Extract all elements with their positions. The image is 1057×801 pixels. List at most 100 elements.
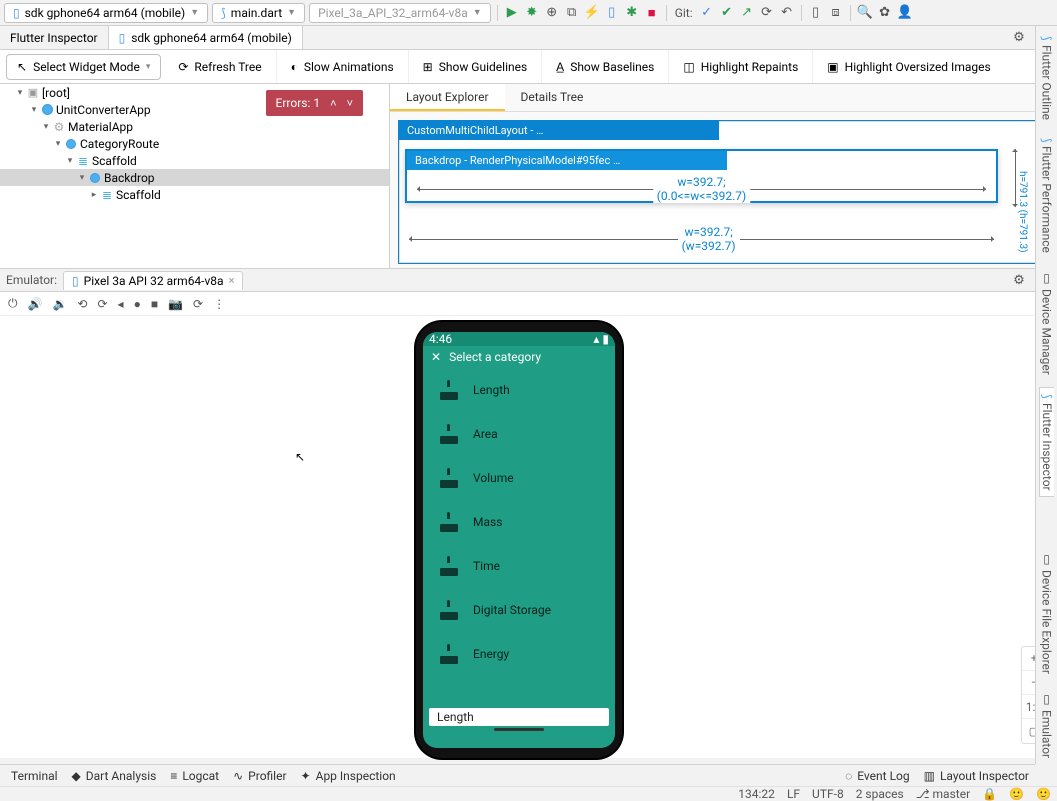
emulator-viewport[interactable]: ↖ 4:46 ▴ ▮ ✕ Select a category Length Ar… [0, 316, 1057, 758]
power-icon[interactable]: ⏻ [8, 296, 18, 311]
show-guidelines-button[interactable]: ⊞ Show Guidelines [409, 50, 543, 83]
settings-icon[interactable]: ✿ [877, 5, 893, 21]
coverage-icon[interactable]: ⊕ [544, 5, 560, 21]
nav-pill[interactable] [494, 728, 544, 731]
device-mgr-icon[interactable]: ▯ [808, 5, 824, 21]
git-push-icon[interactable]: ↗ [739, 5, 755, 21]
debug-icon[interactable]: ✸ [524, 5, 540, 21]
refresh-tree-button[interactable]: ⟳ Refresh Tree [164, 50, 276, 83]
show-baselines-button[interactable]: A̲ Show Baselines [542, 50, 669, 83]
rotate-left-icon[interactable]: ⟲ [77, 297, 87, 311]
inner-widget-header[interactable]: Backdrop - RenderPhysicalModel#95fec … [407, 151, 727, 170]
collapse-icon[interactable]: ▾ [40, 122, 52, 132]
line-separator[interactable]: LF [787, 787, 800, 801]
collapse-icon[interactable]: ▾ [14, 88, 26, 98]
category-digital-storage[interactable]: Digital Storage [423, 588, 615, 632]
close-icon[interactable]: × [229, 274, 235, 287]
collapse-icon[interactable]: ▾ [76, 173, 88, 183]
errors-up-icon[interactable]: ˄ [330, 97, 336, 110]
record-icon[interactable]: ⟳ [193, 297, 203, 311]
screenshot-icon[interactable]: 📷 [168, 297, 183, 311]
rail-flutter-outline[interactable]: ⟆Flutter Outline [1040, 30, 1054, 126]
volume-down-icon[interactable]: 🔉 [52, 297, 67, 311]
tree-item-backdrop[interactable]: ▾Backdrop [0, 169, 389, 186]
inner-widget-box[interactable]: Backdrop - RenderPhysicalModel#95fec … w… [405, 149, 998, 203]
git-commit-icon[interactable]: ✔ [719, 5, 735, 21]
category-area[interactable]: Area [423, 412, 615, 456]
device-inspector-tab[interactable]: ▯ sdk gphone64 arm64 (mobile) [109, 26, 303, 49]
highlight-repaints-button[interactable]: ◫ Highlight Repaints [669, 50, 813, 83]
tree-item-categoryroute[interactable]: ▾CategoryRoute [0, 135, 389, 152]
gear-icon[interactable]: ⚙ [1011, 272, 1027, 288]
outer-widget-header[interactable]: CustomMultiChildLayout - … [399, 121, 719, 140]
collapse-icon[interactable]: ▾ [28, 105, 40, 115]
git-update-icon[interactable]: ✓ [699, 5, 715, 21]
select-widget-mode-button[interactable]: ↖ Select Widget Mode ▾ [6, 54, 161, 80]
avatar-icon[interactable]: 👤 [897, 5, 913, 21]
tree-item-scaffold[interactable]: ▾≣Scaffold [0, 152, 389, 169]
category-mass[interactable]: Mass [423, 500, 615, 544]
rotate-right-icon[interactable]: ⟳ [97, 297, 107, 311]
profile-icon[interactable]: ⧉ [564, 5, 580, 21]
git-rollback-icon[interactable]: ↶ [779, 5, 795, 21]
hot-reload-icon[interactable]: ⚡ [584, 5, 600, 21]
run-file-selector[interactable]: ⟆ main.dart ▼ [212, 3, 305, 23]
expand-icon[interactable]: ▸ [88, 190, 100, 200]
tree-item-scaffold-inner[interactable]: ▸≣Scaffold [0, 186, 389, 203]
category-energy[interactable]: Energy [423, 632, 615, 676]
rail-device-manager[interactable]: ▯Device Manager [1040, 265, 1054, 381]
terminal-tab[interactable]: Terminal [6, 769, 58, 783]
category-volume[interactable]: Volume [423, 456, 615, 500]
layout-inspector-tab[interactable]: ▥Layout Inspector [924, 769, 1029, 783]
category-length[interactable]: Length [423, 368, 615, 412]
git-branch[interactable]: ⎇ master [916, 787, 970, 801]
selected-category-bar[interactable]: Length [429, 708, 609, 726]
collapse-icon[interactable]: ▾ [52, 139, 64, 149]
file-encoding[interactable]: UTF-8 [812, 787, 844, 801]
sdk-mgr-icon[interactable]: ⧈ [828, 5, 844, 21]
tree-item-materialapp[interactable]: ▾⚙MaterialApp [0, 118, 389, 135]
errors-chip[interactable]: Errors: 1 ˄ ˅ [266, 90, 363, 116]
back-icon[interactable]: ◂ [118, 297, 124, 311]
lock-icon[interactable]: 🔒 [982, 787, 997, 801]
search-icon[interactable]: 🔍 [857, 5, 873, 21]
overview-icon[interactable]: ■ [151, 297, 158, 311]
gear-icon[interactable]: ⚙ [1011, 30, 1027, 46]
git-history-icon[interactable]: ⟳ [759, 5, 775, 21]
run-icon[interactable]: ▶ [504, 5, 520, 21]
face-icon[interactable]: 🙂 [1009, 787, 1024, 801]
flutter-inspector-tab[interactable]: Flutter Inspector [0, 26, 109, 49]
rail-flutter-performance[interactable]: ⟆Flutter Performance [1040, 132, 1054, 260]
run-config-selector[interactable]: Pixel_3a_API_32_arm64-v8a ▼ [309, 3, 491, 23]
rail-emulator[interactable]: ▯Emulator [1040, 686, 1054, 764]
indent-setting[interactable]: 2 spaces [856, 787, 904, 801]
more-icon[interactable]: ⋮ [213, 297, 225, 311]
home-icon[interactable]: ● [134, 297, 141, 311]
layout-canvas[interactable]: CustomMultiChildLayout - … Backdrop - Re… [398, 120, 1045, 264]
device-selector[interactable]: ▯ sdk gphone64 arm64 (mobile) ▼ [4, 3, 208, 23]
category-time[interactable]: Time [423, 544, 615, 588]
cursor-position[interactable]: 134:22 [738, 787, 775, 801]
rail-device-file-explorer[interactable]: ▯Device File Explorer [1040, 546, 1054, 680]
errors-down-icon[interactable]: ˅ [347, 97, 353, 110]
app-inspection-tab[interactable]: ✦App Inspection [301, 769, 396, 783]
dart-analysis-tab[interactable]: ◆Dart Analysis [72, 769, 157, 783]
slow-animations-button[interactable]: ◐ Slow Animations [277, 50, 409, 83]
category-list[interactable]: Length Area Volume Mass Time Digital Sto… [423, 368, 615, 676]
phone-screen[interactable]: 4:46 ▴ ▮ ✕ Select a category Length Area… [423, 332, 615, 748]
face-icon[interactable]: 🙂 [1036, 787, 1051, 801]
highlight-oversized-button[interactable]: ▣ Highlight Oversized Images [813, 50, 1004, 83]
collapse-icon[interactable]: ▾ [64, 156, 76, 166]
profiler-tab[interactable]: ∿Profiler [233, 769, 286, 783]
attach-icon[interactable]: ▯ [604, 5, 620, 21]
close-icon[interactable]: ✕ [431, 350, 441, 364]
stop-icon[interactable]: ■ [644, 5, 660, 21]
event-log-tab[interactable]: ◌Event Log [845, 769, 909, 783]
rail-flutter-inspector[interactable]: ⟆Flutter Inspector [1039, 387, 1054, 497]
logcat-tab[interactable]: ≡Logcat [170, 769, 219, 783]
details-tree-tab[interactable]: Details Tree [505, 84, 600, 111]
emulator-tab[interactable]: ▯ Pixel 3a API 32 arm64-v8a × [63, 271, 243, 290]
flutter-attach-icon[interactable]: ✱ [624, 5, 640, 21]
layout-explorer-tab[interactable]: Layout Explorer [390, 84, 505, 111]
volume-up-icon[interactable]: 🔊 [28, 297, 43, 311]
